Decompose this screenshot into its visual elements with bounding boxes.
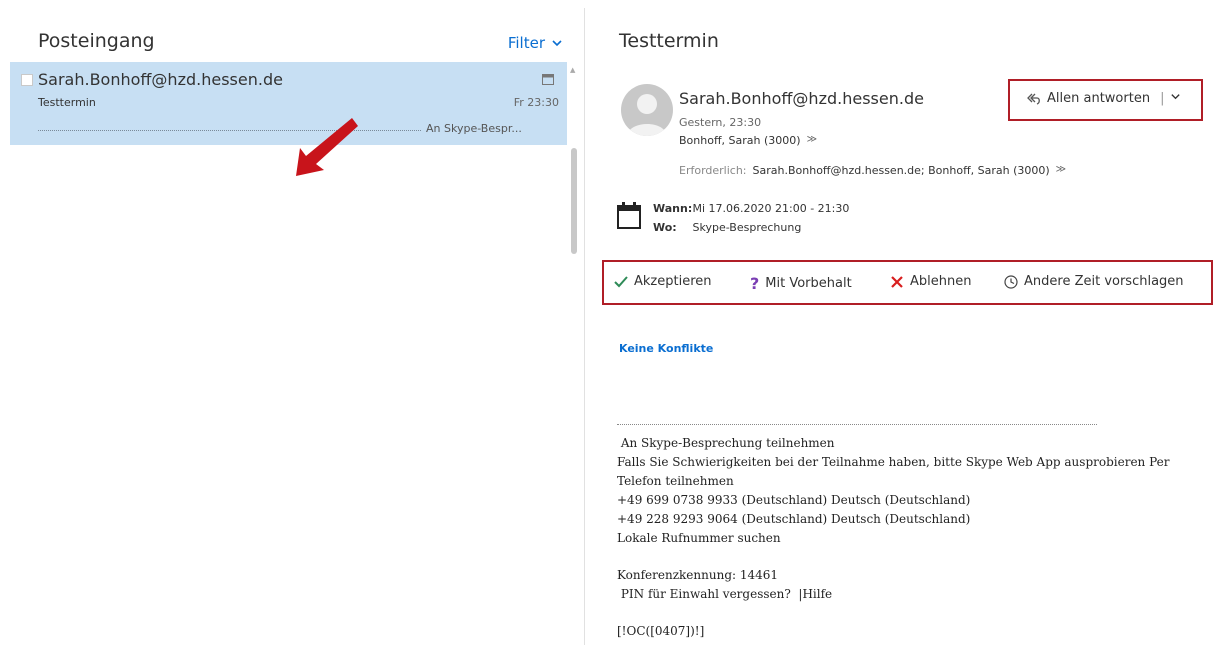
mail-list-scrollbar[interactable]: ▲: [568, 64, 580, 645]
close-icon: [891, 275, 903, 288]
mail-sender: Sarah.Bonhoff@hzd.hessen.de: [38, 70, 283, 89]
message-sent-time: Gestern, 23:30: [679, 116, 762, 129]
accept-button[interactable]: Akzeptieren: [614, 274, 712, 289]
reply-options-button[interactable]: [1170, 91, 1181, 106]
required-value[interactable]: Sarah.Bonhoff@hzd.hessen.de; Bonhoff, Sa…: [753, 164, 1050, 177]
checkmark-icon: [614, 275, 628, 287]
filter-button[interactable]: Filter: [508, 34, 563, 52]
person-icon: [627, 94, 667, 136]
message-title: Testtermin: [619, 30, 719, 52]
calendar-icon: [617, 202, 641, 229]
body-line[interactable]: An Skype-Besprechung teilnehmen: [617, 434, 1197, 453]
propose-label: Andere Zeit vorschlagen: [1024, 274, 1184, 289]
scroll-up-icon[interactable]: ▲: [570, 66, 575, 74]
tentative-button[interactable]: ? Mit Vorbehalt: [750, 274, 852, 293]
tentative-label: Mit Vorbehalt: [765, 276, 852, 291]
mail-preview: An Skype-Bespr...: [422, 122, 522, 135]
expand-attendees-icon[interactable]: ≫: [1056, 164, 1066, 177]
required-attendees: Erforderlich: Sarah.Bonhoff@hzd.hessen.d…: [679, 164, 1066, 177]
clock-icon: [1004, 274, 1018, 289]
mail-subject: Testtermin: [38, 96, 96, 109]
accept-label: Akzeptieren: [634, 274, 712, 289]
expand-recipients-icon[interactable]: ≫: [807, 134, 817, 147]
reply-highlight-box: Allen antworten |: [1008, 79, 1203, 121]
avatar[interactable]: [621, 84, 673, 136]
reply-all-button[interactable]: Allen antworten |: [1023, 89, 1185, 108]
mail-list-header: Posteingang Filter: [38, 30, 563, 60]
question-mark-icon: ?: [750, 274, 760, 293]
decline-button[interactable]: Ablehnen: [890, 274, 971, 289]
body-line: +49 228 9293 9064 (Deutschland) Deutsch …: [617, 512, 971, 526]
body-line: Konferenzkennung: 14461: [617, 568, 779, 582]
when-value: Mi 17.06.2020 21:00 - 21:30: [692, 202, 850, 215]
to-line: Bonhoff, Sarah (3000) ≫: [679, 134, 817, 147]
body-line: Falls Sie Schwierigkeiten bei der Teilna…: [617, 455, 1170, 488]
red-arrow-annotation-icon: [296, 118, 358, 176]
reply-all-icon: [1027, 93, 1040, 105]
body-divider: [617, 424, 1097, 432]
no-conflicts-link[interactable]: Keine Konflikte: [619, 342, 713, 355]
propose-new-time-button[interactable]: Andere Zeit vorschlagen: [1004, 274, 1184, 289]
reply-all-label: Allen antworten: [1047, 91, 1151, 106]
message-body: An Skype-Besprechung teilnehmen Falls Si…: [617, 424, 1197, 641]
when-label: Wann:: [653, 202, 693, 215]
reading-pane: Testtermin Sarah.Bonhoff@hzd.hessen.de G…: [585, 0, 1215, 645]
where-label: Wo:: [653, 221, 677, 234]
body-line[interactable]: Lokale Rufnummer suchen: [617, 529, 1197, 548]
select-checkbox[interactable]: [21, 74, 33, 86]
where-line: Wo: Skype-Besprechung: [653, 221, 801, 234]
response-highlight-box: Akzeptieren ? Mit Vorbehalt Ablehnen And…: [602, 260, 1213, 305]
body-line: +49 699 0738 9933 (Deutschland) Deutsch …: [617, 493, 971, 507]
message-sender[interactable]: Sarah.Bonhoff@hzd.hessen.de: [679, 89, 924, 108]
mail-time: Fr 23:30: [513, 96, 559, 109]
decline-label: Ablehnen: [910, 274, 972, 289]
mail-list-item[interactable]: Sarah.Bonhoff@hzd.hessen.de Testtermin F…: [10, 62, 567, 145]
chevron-down-icon: [1171, 94, 1181, 100]
reply-separator: |: [1160, 91, 1165, 106]
scroll-thumb[interactable]: [571, 148, 577, 254]
filter-label: Filter: [507, 34, 545, 52]
mail-list-pane: Posteingang Filter Sarah.Bonhoff@hzd.hes…: [0, 0, 585, 645]
body-line[interactable]: PIN für Einwahl vergessen? |Hilfe: [617, 585, 1197, 604]
to-recipient[interactable]: Bonhoff, Sarah (3000): [679, 134, 801, 147]
when-line: Wann: Mi 17.06.2020 21:00 - 21:30: [653, 202, 849, 215]
body-line: [!OC([0407])!]: [617, 624, 705, 638]
required-label: Erforderlich:: [679, 164, 747, 177]
chevron-down-icon: [552, 40, 562, 47]
where-value: Skype-Besprechung: [692, 221, 802, 234]
inbox-title: Posteingang: [38, 30, 155, 52]
calendar-icon: [542, 74, 554, 85]
